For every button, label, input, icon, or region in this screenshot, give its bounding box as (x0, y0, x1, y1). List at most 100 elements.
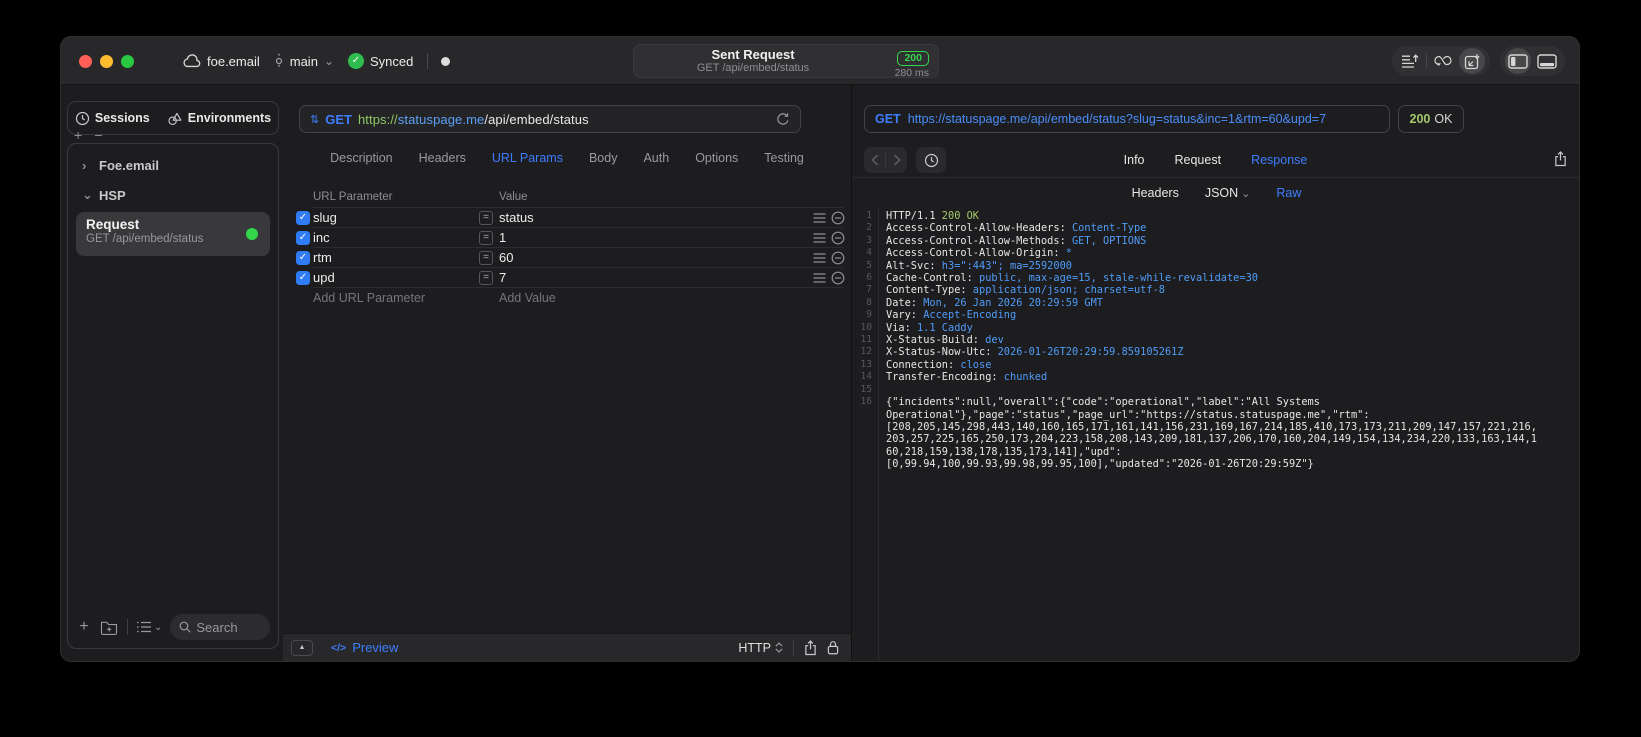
response-body[interactable]: 1 HTTP/1.1 200 OK 2 Access-Control-Allow-He… (852, 208, 1579, 661)
remove-session-button[interactable]: − (94, 128, 102, 142)
resend-refresh-icon[interactable] (776, 112, 790, 127)
gutter-divider (878, 208, 879, 661)
request-list-export-icon[interactable] (1397, 48, 1423, 74)
close-window-button[interactable] (79, 55, 92, 68)
method-selector-icon[interactable]: ⇅ (310, 113, 319, 126)
response-line: 16 {"incidents":null,"overall":{"code":"o… (852, 396, 1579, 409)
request-summary-pill[interactable]: Sent Request GET /api/embed/status 200 2… (633, 44, 939, 79)
preview-button[interactable]: </> Preview (331, 640, 398, 655)
url-host[interactable]: statuspage.me (398, 112, 485, 127)
response-line: 12 X-Status-Now-Utc: 2026-01-26T20:29:59.… (852, 346, 1579, 359)
sort-list-icon[interactable]: ⌄ (136, 621, 162, 633)
tab-sessions[interactable]: Sessions (75, 111, 150, 126)
tab-auth[interactable]: Auth (643, 151, 669, 165)
reorder-lines-icon[interactable] (813, 273, 826, 283)
param-row-inc: ✓ inc = 1 (283, 228, 851, 248)
sync-check-icon: ✓ (348, 53, 364, 69)
response-tab-info[interactable]: Info (1124, 153, 1145, 167)
export-share-icon[interactable] (1554, 151, 1567, 167)
line-content: Content-Type: application/json; charset=… (886, 284, 1165, 297)
response-line: 60,218,159,138,178,135,173,141],"upd": (852, 445, 1579, 458)
remove-param-icon[interactable] (831, 231, 845, 245)
param-enabled-checkbox[interactable]: ✓ (296, 271, 310, 285)
chevron-down-icon[interactable]: ⌄ (324, 54, 334, 68)
toggle-bottom-panel-icon[interactable] (1534, 48, 1560, 74)
line-number (852, 446, 878, 458)
param-enabled-checkbox[interactable]: ✓ (296, 231, 310, 245)
param-name[interactable]: inc (313, 230, 330, 245)
line-content: Access-Control-Allow-Methods: GET, OPTIO… (886, 234, 1147, 247)
reorder-lines-icon[interactable] (813, 253, 826, 263)
tab-options[interactable]: Options (695, 151, 738, 165)
remove-param-icon[interactable] (831, 211, 845, 225)
line-content (878, 384, 886, 396)
sync-loop-icon[interactable] (1430, 48, 1456, 74)
add-session-button[interactable]: + (74, 128, 82, 142)
search-input[interactable]: Search (170, 614, 270, 640)
chevron-down-icon: ⌄ (82, 187, 93, 202)
add-param-placeholder[interactable]: Add URL Parameter (313, 291, 425, 305)
new-folder-icon[interactable] (100, 620, 118, 635)
response-tab-request[interactable]: Request (1175, 153, 1222, 167)
tab-description[interactable]: Description (330, 151, 393, 165)
tab-testing[interactable]: Testing (764, 151, 804, 165)
project-name[interactable]: foe.email (207, 54, 260, 69)
remove-param-icon[interactable] (831, 251, 845, 265)
param-name[interactable]: upd (313, 270, 335, 285)
add-value-placeholder[interactable]: Add Value (499, 291, 556, 305)
tab-url-params[interactable]: URL Params (492, 151, 563, 165)
tab-body[interactable]: Body (589, 151, 618, 165)
method-label[interactable]: GET (325, 112, 352, 127)
response-line: 3 Access-Control-Allow-Methods: GET, OPTI… (852, 234, 1579, 247)
reorder-lines-icon[interactable] (813, 213, 826, 223)
response-line: 6 Cache-Control: public, max-age=15, stal… (852, 272, 1579, 284)
reorder-lines-icon[interactable] (813, 233, 826, 243)
param-row-rtm: ✓ rtm = 60 (283, 248, 851, 268)
line-content: 60,218,159,138,178,135,173,141],"upd": (886, 445, 1122, 458)
toggle-left-sidebar-icon[interactable] (1505, 48, 1531, 74)
collapse-panel-button[interactable]: ▲ (291, 639, 313, 656)
minimize-window-button[interactable] (100, 55, 113, 68)
param-name[interactable]: slug (313, 210, 337, 225)
import-response-icon[interactable] (1459, 48, 1485, 74)
param-enabled-checkbox[interactable]: ✓ (296, 251, 310, 265)
remove-param-icon[interactable] (831, 271, 845, 285)
unsaved-dot-icon (441, 56, 451, 66)
line-content: [0,99.94,100,99.93,99.98,99.95,100],"upd… (886, 458, 1314, 471)
protocol-selector[interactable]: HTTP (738, 641, 783, 655)
param-enabled-checkbox[interactable]: ✓ (296, 211, 310, 225)
line-number: 15 (860, 383, 872, 395)
param-value[interactable]: status (499, 210, 534, 225)
tab-environments[interactable]: Environments (166, 111, 271, 126)
tab-headers[interactable]: Headers (419, 151, 466, 165)
line-number: 1 (866, 210, 872, 221)
response-request-line[interactable]: GET https://statuspage.me/api/embed/stat… (864, 105, 1390, 133)
share-icon[interactable] (804, 639, 817, 656)
zoom-window-button[interactable] (121, 55, 134, 68)
request-tree-item-selected[interactable]: Request GET /api/embed/status (76, 212, 270, 256)
up-down-chevrons-icon (775, 642, 783, 653)
url-scheme[interactable]: https:// (358, 112, 398, 127)
tree-group-foe-email[interactable]: › Foe.email (68, 150, 278, 180)
url-path[interactable]: /api/embed/status (484, 112, 588, 127)
response-subtab-raw[interactable]: Raw (1276, 186, 1301, 200)
param-value[interactable]: 7 (499, 270, 506, 285)
content-area: Sessions Environments + − › Foe.email ⌄ (61, 85, 1579, 661)
lock-icon[interactable] (827, 640, 839, 655)
response-subtab-headers[interactable]: Headers (1132, 186, 1179, 200)
request-url-bar[interactable]: ⇅ GET https://statuspage.me/api/embed/st… (299, 105, 801, 133)
line-content: {"incidents":null,"overall":{"code":"ope… (886, 396, 1320, 409)
add-param-row[interactable]: Add URL Parameter Add Value (283, 288, 851, 308)
column-value: Value (499, 191, 528, 203)
new-request-button[interactable]: + (76, 618, 92, 636)
param-value[interactable]: 60 (499, 250, 513, 265)
code-icon: </> (331, 641, 347, 654)
duration-label: 280 ms (894, 67, 929, 79)
line-content: X-Status-Now-Utc: 2026-01-26T20:29:59.85… (886, 346, 1184, 359)
param-value[interactable]: 1 (499, 230, 506, 245)
response-subtab-json[interactable]: JSON ⌄ (1205, 186, 1251, 200)
tree-group-hsp[interactable]: ⌄ HSP (68, 180, 278, 210)
param-name[interactable]: rtm (313, 250, 332, 265)
branch-name[interactable]: main (290, 54, 318, 69)
response-tab-response[interactable]: Response (1251, 153, 1307, 167)
